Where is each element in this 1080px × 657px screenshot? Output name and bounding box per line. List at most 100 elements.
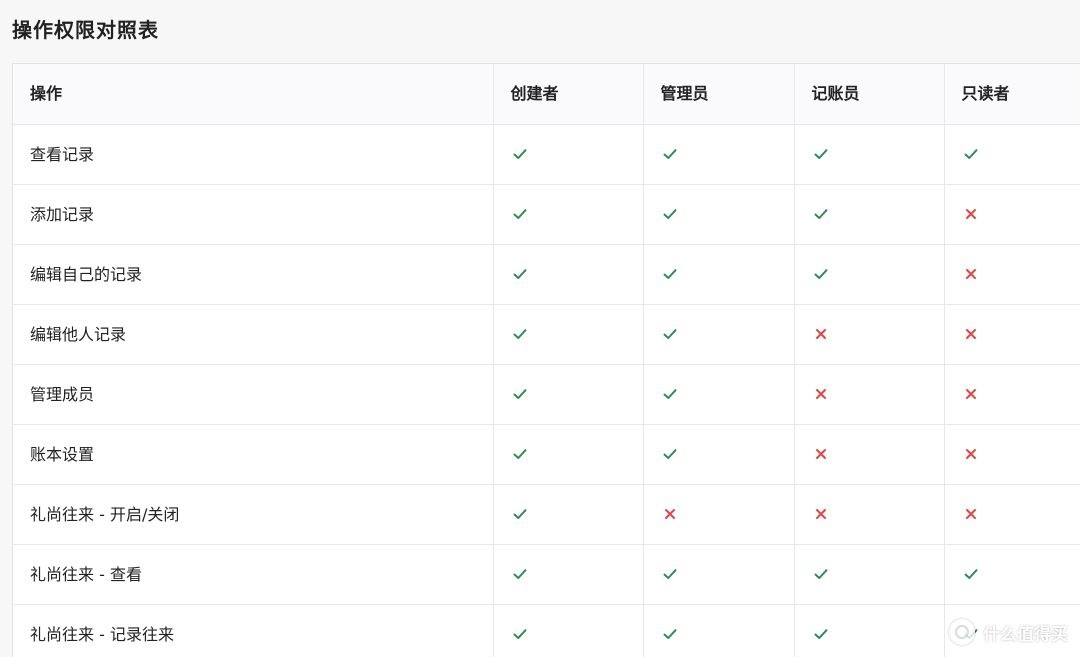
watermark-logo-icon — [949, 619, 975, 645]
cross-icon — [962, 325, 980, 343]
table-row: 账本设置 — [13, 424, 1080, 485]
operation-cell: 编辑自己的记录 — [13, 244, 494, 305]
check-icon — [812, 205, 830, 223]
permission-cell — [493, 604, 644, 657]
permission-cell — [643, 484, 795, 545]
permissions-table-container: 操作 创建者 管理员 记账员 只读者 查看记录 添加记录 编辑自己的记录 编辑他人记录… — [12, 63, 1080, 657]
table-row: 编辑自己的记录 — [13, 244, 1080, 305]
cross-icon — [962, 265, 980, 283]
cross-icon — [812, 325, 830, 343]
watermark-text: 什么值得买 — [983, 624, 1068, 645]
cross-icon — [962, 385, 980, 403]
operation-cell: 添加记录 — [13, 184, 494, 245]
check-icon — [812, 565, 830, 583]
check-icon — [511, 325, 529, 343]
permission-cell — [944, 364, 1080, 425]
permission-cell — [643, 364, 795, 425]
table-header: 操作 创建者 管理员 记账员 只读者 — [13, 64, 1080, 125]
permission-cell — [794, 604, 945, 657]
permission-cell — [794, 364, 945, 425]
check-icon — [511, 565, 529, 583]
check-icon — [661, 145, 679, 163]
header-cell-operation: 操作 — [13, 64, 494, 125]
permission-cell — [493, 304, 644, 365]
permission-cell — [643, 124, 795, 185]
watermark: 什么值得买 — [949, 619, 1068, 645]
operation-cell: 管理成员 — [13, 364, 494, 425]
permission-cell — [944, 484, 1080, 545]
permission-cell — [794, 484, 945, 545]
page-title: 操作权限对照表 — [12, 18, 159, 42]
cross-icon — [962, 205, 980, 223]
cross-icon — [812, 385, 830, 403]
operation-cell: 礼尚往来 - 查看 — [13, 544, 494, 605]
cross-icon — [812, 505, 830, 523]
header-cell-creator: 创建者 — [493, 64, 644, 125]
operation-cell: 查看记录 — [13, 124, 494, 185]
permission-cell — [493, 184, 644, 245]
permission-cell — [944, 124, 1080, 185]
permission-cell — [493, 124, 644, 185]
table-row: 礼尚往来 - 记录往来 — [13, 604, 1080, 657]
permission-cell — [493, 424, 644, 485]
cross-icon — [661, 505, 679, 523]
operation-cell: 礼尚往来 - 记录往来 — [13, 604, 494, 657]
cross-icon — [962, 445, 980, 463]
permission-cell — [794, 184, 945, 245]
check-icon — [511, 625, 529, 643]
permission-cell — [493, 364, 644, 425]
table-row: 管理成员 — [13, 364, 1080, 425]
permission-cell — [643, 424, 795, 485]
check-icon — [511, 445, 529, 463]
check-icon — [661, 385, 679, 403]
header-row: 操作 创建者 管理员 记账员 只读者 — [13, 64, 1080, 125]
table-body: 查看记录 添加记录 编辑自己的记录 编辑他人记录 管理成员 账本设置 礼尚往来 - 开启/关… — [13, 124, 1080, 657]
check-icon — [661, 205, 679, 223]
permission-cell — [643, 244, 795, 305]
permission-cell — [944, 244, 1080, 305]
operation-cell: 账本设置 — [13, 424, 494, 485]
table-row: 礼尚往来 - 查看 — [13, 544, 1080, 605]
check-icon — [511, 505, 529, 523]
header-cell-readonly: 只读者 — [944, 64, 1080, 125]
check-icon — [661, 445, 679, 463]
header-cell-admin: 管理员 — [643, 64, 795, 125]
check-icon — [962, 565, 980, 583]
permission-cell — [493, 544, 644, 605]
header-cell-bookkeeper: 记账员 — [794, 64, 945, 125]
check-icon — [661, 565, 679, 583]
permission-cell — [944, 184, 1080, 245]
cross-icon — [962, 505, 980, 523]
page: 操作权限对照表 操作 创建者 管理员 记账员 只读者 查看记录 添加记录 编辑自己的… — [0, 0, 1080, 657]
check-icon — [812, 145, 830, 163]
permission-cell — [643, 184, 795, 245]
permission-cell — [794, 424, 945, 485]
check-icon — [812, 265, 830, 283]
permission-cell — [794, 304, 945, 365]
permission-cell — [493, 484, 644, 545]
permission-cell — [643, 604, 795, 657]
check-icon — [511, 265, 529, 283]
permission-cell — [794, 544, 945, 605]
check-icon — [511, 205, 529, 223]
permission-cell — [944, 424, 1080, 485]
check-icon — [661, 625, 679, 643]
check-icon — [812, 625, 830, 643]
permission-cell — [643, 304, 795, 365]
operation-cell: 编辑他人记录 — [13, 304, 494, 365]
permission-cell — [944, 304, 1080, 365]
table-row: 查看记录 — [13, 124, 1080, 185]
check-icon — [511, 145, 529, 163]
permission-cell — [794, 124, 945, 185]
table-row: 添加记录 — [13, 184, 1080, 245]
check-icon — [661, 265, 679, 283]
check-icon — [511, 385, 529, 403]
permission-cell — [944, 544, 1080, 605]
table-row: 礼尚往来 - 开启/关闭 — [13, 484, 1080, 545]
check-icon — [962, 145, 980, 163]
permissions-table: 操作 创建者 管理员 记账员 只读者 查看记录 添加记录 编辑自己的记录 编辑他人记录… — [13, 64, 1080, 657]
permission-cell — [493, 244, 644, 305]
operation-cell: 礼尚往来 - 开启/关闭 — [13, 484, 494, 545]
cross-icon — [812, 445, 830, 463]
check-icon — [661, 325, 679, 343]
